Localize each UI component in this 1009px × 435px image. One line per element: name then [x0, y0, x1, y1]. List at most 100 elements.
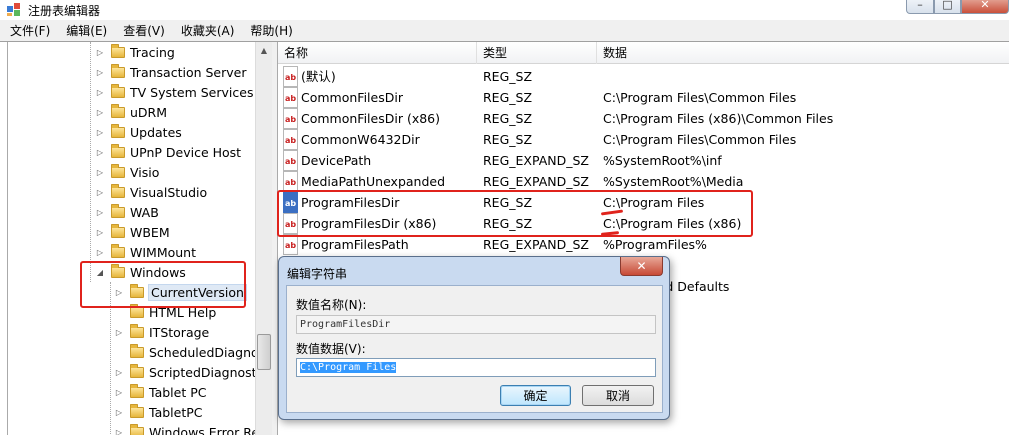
tree-item-label: ScheduledDiagnos	[149, 344, 266, 360]
tree-item[interactable]: ▷ WAB	[95, 202, 159, 222]
ok-button[interactable]: 确定	[500, 385, 571, 406]
expand-arrow-icon[interactable]: ▷	[95, 148, 105, 157]
tree-item-label: VisualStudio	[130, 184, 208, 200]
menu-view[interactable]: 查看(V)	[123, 22, 165, 39]
expand-arrow-icon[interactable]: ▷	[95, 188, 105, 197]
tree-item-label: Tablet PC	[149, 384, 207, 400]
tree-item[interactable]: ▷ Updates	[95, 122, 182, 142]
tree-item-label: WIMMount	[130, 244, 197, 260]
tree-item[interactable]: ▷ Transaction Server	[95, 62, 246, 82]
expand-arrow-icon[interactable]: ▷	[95, 208, 105, 217]
tree-scrollbar[interactable]: ▲	[255, 42, 272, 435]
tree-item[interactable]: ▷ WBEM	[95, 222, 170, 242]
value-type: REG_EXPAND_SZ	[483, 153, 589, 168]
menu-edit[interactable]: 编辑(E)	[66, 22, 107, 39]
value-row[interactable]: ab (默认) REG_SZ	[278, 66, 1009, 87]
column-header-type[interactable]: 类型	[477, 42, 597, 64]
tree-item-label: Updates	[130, 124, 182, 140]
dialog-close-button[interactable]: ✕	[620, 257, 663, 276]
value-row[interactable]: ab DevicePath REG_EXPAND_SZ %SystemRoot%\in…	[278, 150, 1009, 171]
value-row[interactable]: ab CommonFilesDir REG_SZ C:\Program Files\C…	[278, 87, 1009, 108]
tree-item[interactable]: ▷ VisualStudio	[95, 182, 207, 202]
expand-arrow-icon[interactable]: ▷	[95, 108, 105, 117]
tree-item[interactable]: ▷ Windows Error Re	[114, 422, 259, 435]
value-row[interactable]: ab MediaPathUnexpanded REG_EXPAND_SZ %Syste…	[278, 171, 1009, 192]
string-value-icon: ab	[283, 87, 298, 108]
folder-icon	[111, 163, 125, 178]
expand-arrow-icon[interactable]: ▷	[95, 48, 105, 57]
registry-tree[interactable]: ▷ Tracing ▷ Transaction Server ▷ TV System Se…	[7, 42, 272, 435]
tree-item[interactable]: ▷ TV System Services	[95, 82, 253, 102]
value-type: REG_SZ	[483, 111, 533, 126]
expand-arrow-icon[interactable]: ▷	[114, 408, 124, 417]
folder-icon	[130, 363, 144, 378]
tree-item[interactable]: ▷ Tablet PC	[114, 382, 206, 402]
tree-item[interactable]: ▷ ScriptedDiagnosti	[114, 362, 260, 382]
tree-item-label: Visio	[130, 164, 160, 180]
value-name: ProgramFilesPath	[301, 237, 409, 252]
tree-item[interactable]: ▷ WIMMount	[95, 242, 196, 262]
value-name-label: 数值名称(N):	[296, 298, 367, 312]
expand-arrow-icon[interactable]: ▷	[95, 68, 105, 77]
value-type: REG_EXPAND_SZ	[483, 174, 589, 189]
scroll-thumb[interactable]	[257, 334, 271, 370]
expand-arrow-icon[interactable]: ▷	[95, 168, 105, 177]
value-data-text: C:\Program Files	[300, 362, 397, 373]
value-row[interactable]: ab CommonW6432Dir REG_SZ C:\Program Files\C…	[278, 129, 1009, 150]
close-button[interactable]: ✕	[961, 0, 1009, 14]
folder-icon	[130, 403, 144, 418]
tree-item[interactable]: ▷ Tracing	[95, 42, 175, 62]
tree-item-label: UPnP Device Host	[130, 144, 242, 160]
value-name: CommonW6432Dir	[301, 132, 420, 147]
expand-arrow-icon[interactable]: ▷	[95, 128, 105, 137]
tree-item[interactable]: ▷ UPnP Device Host	[95, 142, 241, 162]
expand-arrow-icon[interactable]: ▷	[95, 248, 105, 257]
value-type: REG_SZ	[483, 132, 533, 147]
value-name: CommonFilesDir (x86)	[301, 111, 440, 126]
value-row[interactable]: ab CommonFilesDir (x86) REG_SZ C:\Program F…	[278, 108, 1009, 129]
folder-icon	[111, 103, 125, 118]
folder-icon	[111, 43, 125, 58]
folder-icon	[130, 423, 144, 435]
string-value-icon: ab	[283, 129, 298, 150]
menu-help[interactable]: 帮助(H)	[250, 22, 292, 39]
maximize-button[interactable]: □	[934, 0, 961, 14]
tree-guide-line	[90, 42, 91, 282]
minimize-button[interactable]: –	[906, 0, 934, 14]
tree-item[interactable]: ▷ Visio	[95, 162, 159, 182]
expand-arrow-icon[interactable]: ▷	[114, 428, 124, 435]
tree-item-label: ScriptedDiagnosti	[149, 364, 261, 380]
expand-arrow-icon[interactable]: ▷	[95, 88, 105, 97]
cancel-button[interactable]: 取消	[582, 385, 654, 406]
expand-arrow-icon[interactable]: ▷	[114, 388, 124, 397]
value-type: REG_SZ	[483, 90, 533, 105]
menu-favorites[interactable]: 收藏夹(A)	[181, 22, 235, 39]
value-data: %SystemRoot%\inf	[603, 153, 722, 168]
annotation-box-values	[277, 190, 753, 237]
value-name: DevicePath	[301, 153, 372, 168]
expand-arrow-icon[interactable]: ▷	[95, 228, 105, 237]
tree-item[interactable]: ▷ TabletPC	[114, 402, 203, 422]
folder-icon	[111, 83, 125, 98]
value-data: C:\Program Files (x86)\Common Files	[603, 111, 834, 126]
value-data-input[interactable]: C:\Program Files	[296, 358, 656, 377]
folder-icon	[130, 343, 144, 358]
tree-item[interactable]: ▷ ITStorage	[114, 322, 209, 342]
title-bar: 注册表编辑器 – □ ✕	[0, 0, 1009, 20]
column-header-name[interactable]: 名称	[278, 42, 477, 64]
expand-arrow-icon[interactable]: ▷	[114, 368, 124, 377]
column-header-data[interactable]: 数据	[597, 42, 1009, 64]
value-name-field: ProgramFilesDir	[296, 315, 656, 334]
expand-arrow-icon[interactable]: ▷	[114, 328, 124, 337]
value-row[interactable]: ab ProgramFilesPath REG_EXPAND_SZ %ProgramF…	[278, 234, 1009, 255]
value-name: CommonFilesDir	[301, 90, 403, 105]
folder-icon	[111, 223, 125, 238]
menu-file[interactable]: 文件(F)	[10, 22, 50, 39]
scroll-up-arrow-icon[interactable]: ▲	[256, 42, 272, 58]
tree-item-label: ITStorage	[149, 324, 210, 340]
string-value-icon: ab	[283, 150, 298, 171]
tree-item[interactable]: ScheduledDiagnos	[114, 342, 265, 362]
tree-item-label: WAB	[130, 204, 159, 220]
dialog-title: 编辑字符串	[287, 267, 348, 281]
tree-item[interactable]: ▷ uDRM	[95, 102, 167, 122]
